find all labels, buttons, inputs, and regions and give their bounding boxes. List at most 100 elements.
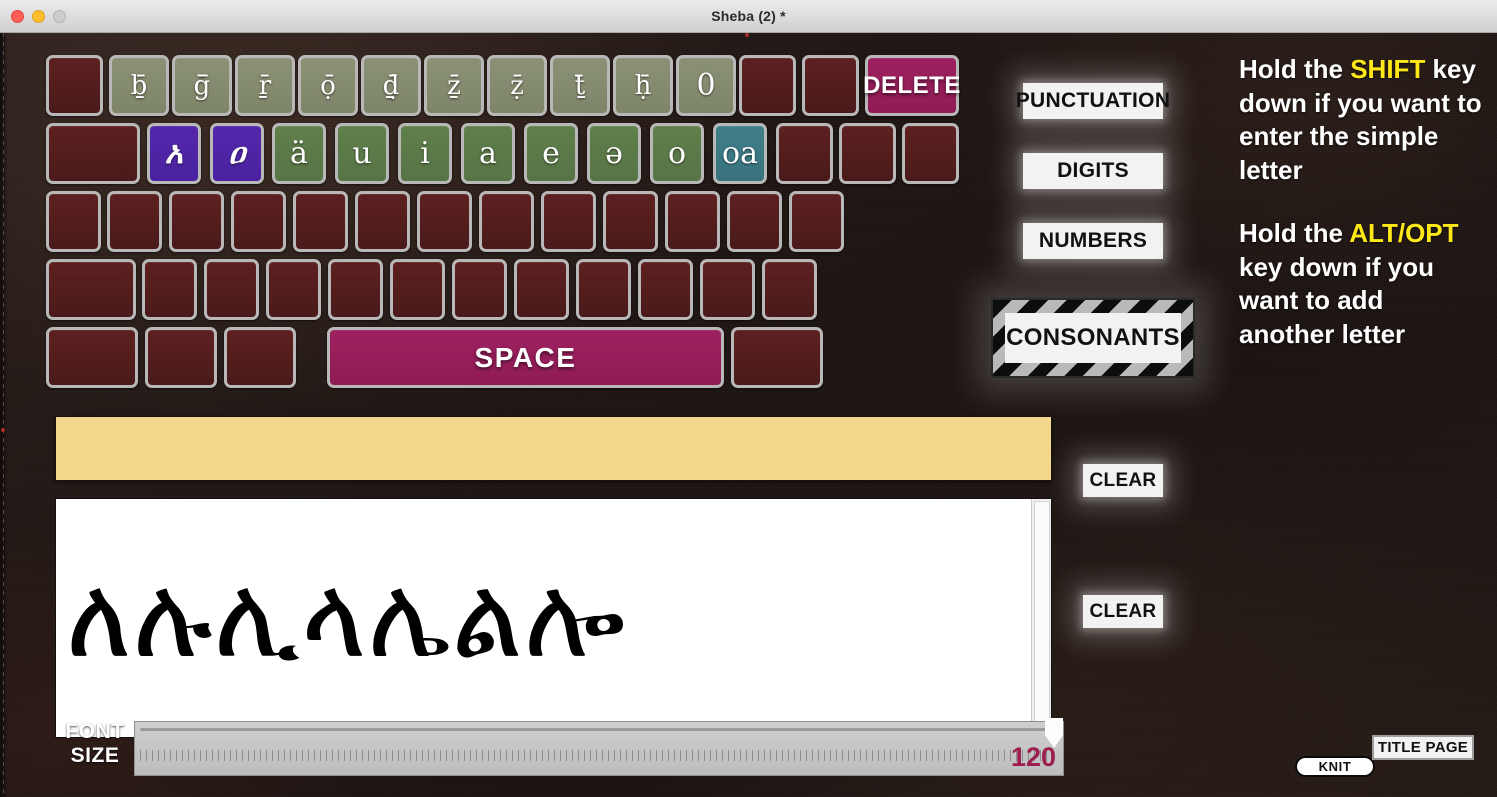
- key-blank[interactable]: [700, 259, 755, 320]
- key-blank[interactable]: [665, 191, 720, 252]
- key-blank[interactable]: [390, 259, 445, 320]
- instructions-panel: Hold the SHIFT key down if you want to e…: [1239, 53, 1484, 381]
- key-oa[interactable]: oa: [713, 123, 767, 184]
- key-blank[interactable]: [46, 123, 140, 184]
- key-blank[interactable]: [802, 55, 859, 116]
- key-label: ọ̄: [320, 70, 336, 101]
- key-blank[interactable]: [328, 259, 383, 320]
- key-a[interactable]: a: [461, 123, 515, 184]
- key-blank[interactable]: [762, 259, 817, 320]
- key-o[interactable]: o: [650, 123, 704, 184]
- key-[interactable]: ḡ̄: [172, 55, 232, 116]
- key-[interactable]: ḇ̄: [109, 55, 169, 116]
- key-label: ዐ: [228, 135, 246, 171]
- key-blank[interactable]: [776, 123, 833, 184]
- key-blank[interactable]: [46, 55, 103, 116]
- key-label: a: [479, 135, 497, 171]
- font-size-value: 120: [1010, 742, 1056, 772]
- key-i[interactable]: i: [398, 123, 452, 184]
- key-blank[interactable]: [514, 259, 569, 320]
- marker-dot-left: [1, 428, 5, 432]
- title-page-button[interactable]: TITLE PAGE: [1372, 735, 1474, 760]
- key-blank[interactable]: [204, 259, 259, 320]
- clear-output-button[interactable]: CLEAR: [1083, 595, 1163, 628]
- slider-track: [140, 728, 1058, 731]
- key-label: e: [542, 135, 560, 171]
- application-window: Sheba (2) * ḇ̄ ḡ̄ ṟ̄ ọ̄ ḏ̣̄ ẕ̄ ẓ̄ ṯ̄ ḥ̄ 0 DELETE አ ዐ…: [0, 0, 1497, 797]
- key-label: ṟ̄: [258, 70, 272, 101]
- shift-key-highlight: SHIFT: [1350, 54, 1426, 84]
- scrollbar-thumb[interactable]: [1034, 501, 1050, 733]
- key-space[interactable]: SPACE: [327, 327, 724, 388]
- key-delete[interactable]: DELETE: [863, 55, 960, 116]
- key-[interactable]: ṯ̄: [550, 55, 610, 116]
- key-label: 0: [696, 67, 716, 103]
- font-size-slider[interactable]: 120: [134, 718, 1064, 776]
- key-blank[interactable]: [46, 327, 138, 388]
- key-u[interactable]: u: [335, 123, 389, 184]
- left-dashed-guide: [3, 33, 4, 797]
- key-[interactable]: ə: [587, 123, 641, 184]
- digits-button[interactable]: DIGITS: [1023, 153, 1163, 189]
- key-blank[interactable]: [902, 123, 959, 184]
- key-blank[interactable]: [731, 327, 823, 388]
- key-[interactable]: ẕ̄: [424, 55, 484, 116]
- key-blank[interactable]: [576, 259, 631, 320]
- key-blank[interactable]: [452, 259, 507, 320]
- font-size-label: FONT SIZE: [62, 720, 128, 767]
- consonants-button-label: CONSONANTS: [1005, 313, 1181, 363]
- key-0[interactable]: 0: [676, 55, 736, 116]
- key-label: ä: [290, 135, 308, 171]
- key-[interactable]: ä: [272, 123, 326, 184]
- key-[interactable]: ẓ̄: [487, 55, 547, 116]
- text-output-area[interactable]: ለሉሊላሌልሎ: [55, 498, 1052, 738]
- punctuation-button[interactable]: PUNCTUATION: [1016, 83, 1170, 119]
- key-label: ə: [605, 135, 623, 171]
- key-[interactable]: ḥ̄: [613, 55, 673, 116]
- key-e[interactable]: e: [524, 123, 578, 184]
- key-blank[interactable]: [355, 191, 410, 252]
- key-blank[interactable]: [293, 191, 348, 252]
- key-blank[interactable]: [739, 55, 796, 116]
- key-blank[interactable]: [789, 191, 844, 252]
- key-blank[interactable]: [541, 191, 596, 252]
- consonants-button[interactable]: CONSONANTS: [991, 298, 1195, 378]
- key-blank[interactable]: [169, 191, 224, 252]
- key-label: አ: [164, 135, 184, 171]
- key-blank[interactable]: [479, 191, 534, 252]
- key-blank[interactable]: [839, 123, 896, 184]
- key-blank[interactable]: [231, 191, 286, 252]
- knit-button[interactable]: KNIT: [1295, 756, 1375, 777]
- clear-input-button[interactable]: CLEAR: [1083, 464, 1163, 497]
- key-[interactable]: ḏ̣̄: [361, 55, 421, 116]
- transliteration-input[interactable]: [55, 416, 1052, 481]
- key-label: oa: [722, 135, 758, 171]
- key-blank[interactable]: [145, 327, 217, 388]
- key-[interactable]: ṟ̄: [235, 55, 295, 116]
- key-label: ḏ̣̄: [382, 70, 400, 101]
- key-label: ṯ̄: [574, 70, 586, 101]
- key-blank[interactable]: [603, 191, 658, 252]
- key-label: u: [352, 135, 372, 171]
- numbers-button[interactable]: NUMBERS: [1023, 223, 1163, 259]
- key-label: ḥ̄: [634, 70, 652, 101]
- key-label: i: [420, 135, 430, 171]
- key-[interactable]: ọ̄: [298, 55, 358, 116]
- key-[interactable]: ዐ: [210, 123, 264, 184]
- key-blank[interactable]: [224, 327, 296, 388]
- key-[interactable]: አ: [147, 123, 201, 184]
- key-blank[interactable]: [107, 191, 162, 252]
- instruction-shift-prefix: Hold the: [1239, 54, 1351, 84]
- key-blank[interactable]: [142, 259, 197, 320]
- key-label: ẓ̄: [510, 70, 524, 101]
- key-blank[interactable]: [638, 259, 693, 320]
- key-label: ḇ̄: [130, 70, 148, 101]
- window-title: Sheba (2) *: [711, 8, 786, 24]
- key-blank[interactable]: [46, 191, 101, 252]
- alt-key-highlight: ALT/OPT: [1349, 218, 1459, 249]
- key-blank[interactable]: [266, 259, 321, 320]
- key-blank[interactable]: [46, 259, 136, 320]
- text-area-scrollbar[interactable]: [1031, 499, 1051, 737]
- key-blank[interactable]: [727, 191, 782, 252]
- key-blank[interactable]: [417, 191, 472, 252]
